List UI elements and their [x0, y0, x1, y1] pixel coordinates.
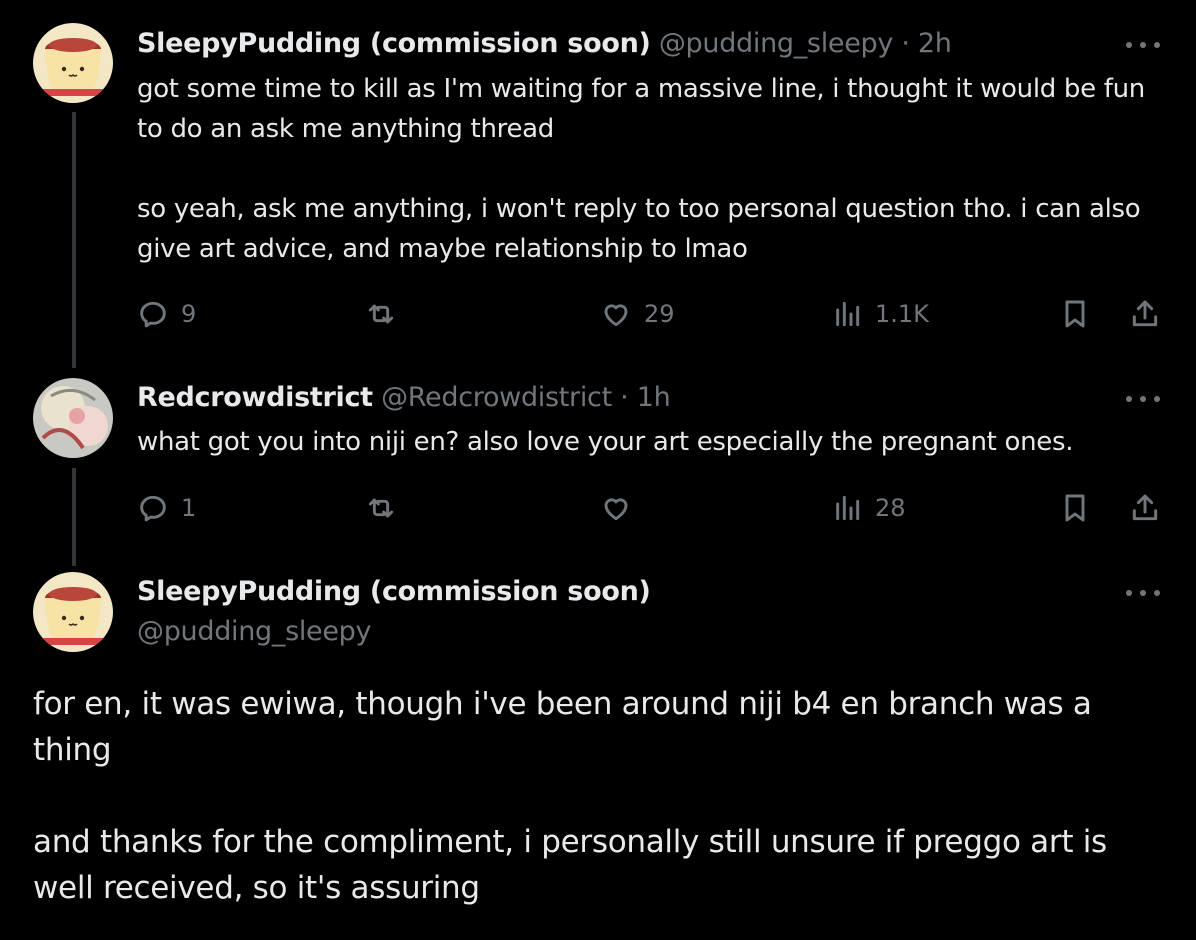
tweet-paragraph: so yeah, ask me anything, i won't reply … — [137, 194, 1141, 264]
timestamp[interactable]: 2h — [918, 28, 952, 59]
display-name[interactable]: SleepyPudding (commission soon) — [137, 28, 651, 59]
like-icon — [604, 304, 628, 327]
tweet-header: Redcrowdistrict @Redcrowdistrict · 1h — [137, 381, 671, 415]
more-icon[interactable] — [1126, 35, 1160, 55]
share-icon — [1132, 300, 1158, 327]
share-icon — [1132, 494, 1158, 521]
repost-button[interactable] — [365, 294, 409, 334]
tweet-paragraph: what got you into niji en? also love you… — [137, 427, 1074, 457]
views-icon — [836, 495, 860, 521]
reply-icon — [140, 495, 166, 522]
pudding-avatar-image — [33, 23, 113, 103]
handle[interactable]: @pudding_sleepy — [137, 616, 372, 647]
handle-row: @pudding_sleepy — [137, 615, 372, 649]
timestamp[interactable]: 1h — [637, 382, 671, 413]
avatar[interactable] — [33, 378, 113, 458]
views-icon — [836, 301, 860, 327]
display-name[interactable]: SleepyPudding (commission soon) — [137, 576, 651, 607]
reply-icon — [140, 301, 166, 328]
tweet-header: SleepyPudding (commission soon) @pudding… — [137, 27, 952, 61]
reply-count: 1 — [181, 494, 197, 522]
reply-button[interactable]: 9 — [137, 294, 196, 334]
display-name[interactable]: Redcrowdistrict — [137, 382, 373, 413]
more-icon[interactable] — [1126, 389, 1160, 409]
views-button[interactable]: 1.1K — [831, 294, 929, 334]
more-icon[interactable] — [1126, 583, 1160, 603]
separator: · — [893, 28, 918, 59]
bookmark-icon — [1065, 300, 1085, 328]
reply-count: 9 — [181, 300, 197, 328]
views-button[interactable]: 28 — [831, 488, 906, 528]
like-count: 29 — [644, 300, 675, 328]
action-bar: 9 29 1.1K — [137, 294, 1167, 334]
tweet[interactable]: Redcrowdistrict @Redcrowdistrict · 1h wh… — [0, 360, 1196, 560]
share-button[interactable] — [1129, 488, 1161, 528]
action-bar: 1 28 — [137, 488, 1167, 528]
main-tweet[interactable]: SleepyPudding (commission soon) @pudding… — [0, 560, 1196, 940]
reply-button[interactable]: 1 — [137, 488, 196, 528]
views-count: 28 — [875, 494, 906, 522]
like-button[interactable]: 29 — [600, 294, 675, 334]
avatar[interactable] — [33, 23, 113, 103]
handle[interactable]: @pudding_sleepy — [659, 28, 894, 59]
pudding-avatar-image — [33, 572, 113, 652]
repost-icon — [368, 498, 394, 518]
tweet-text: got some time to kill as I'm waiting for… — [137, 69, 1167, 269]
tweet-paragraph: got some time to kill as I'm waiting for… — [137, 74, 1145, 144]
views-count: 1.1K — [875, 300, 929, 328]
avatar[interactable] — [33, 572, 113, 652]
tweet-paragraph: and thanks for the compliment, i persona… — [33, 824, 1107, 906]
like-button[interactable] — [600, 488, 644, 528]
tweet-paragraph: for en, it was ewiwa, though i've been a… — [33, 686, 1092, 768]
bookmark-icon — [1065, 494, 1085, 522]
separator: · — [611, 382, 637, 413]
tweet[interactable]: SleepyPudding (commission soon) @pudding… — [0, 0, 1196, 360]
repost-icon — [368, 304, 394, 324]
redcrow-avatar-image — [33, 378, 113, 458]
handle[interactable]: @Redcrowdistrict — [381, 382, 612, 413]
like-icon — [604, 498, 628, 521]
display-name-row: SleepyPudding (commission soon) — [137, 575, 651, 609]
main-tweet-text: for en, it was ewiwa, though i've been a… — [33, 681, 1153, 911]
bookmark-button[interactable] — [1059, 294, 1091, 334]
repost-button[interactable] — [365, 488, 409, 528]
tweet-text: what got you into niji en? also love you… — [137, 422, 1167, 462]
share-button[interactable] — [1129, 294, 1161, 334]
bookmark-button[interactable] — [1059, 488, 1091, 528]
